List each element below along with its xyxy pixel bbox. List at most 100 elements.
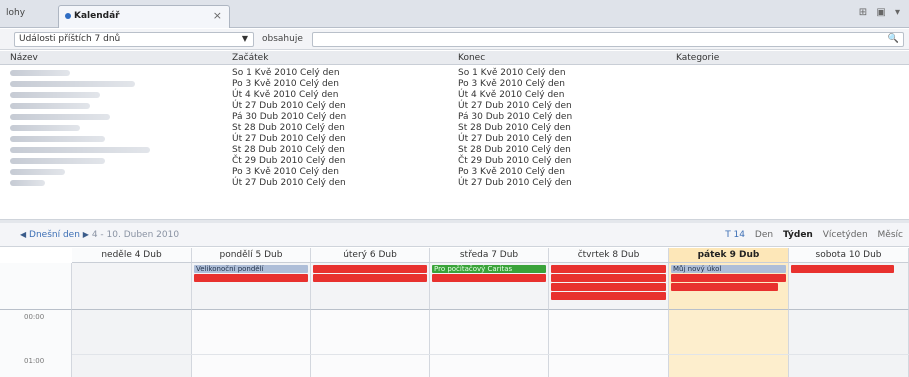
day-header-sunday[interactable]: neděle 4 Dub [72, 248, 192, 263]
event-start: Pá 30 Dub 2010 Celý den [232, 112, 347, 122]
event-end: So 1 Kvě 2010 Celý den [458, 68, 566, 78]
next-week-icon[interactable]: ▶ [83, 230, 89, 239]
event-scope-select[interactable]: Události příštích 7 dnů ▼ [14, 32, 254, 47]
table-row[interactable]: Pá 30 Dub 2010 Celý den Pá 30 Dub 2010 C… [0, 112, 909, 123]
column-header-category[interactable]: Kategorie [676, 53, 719, 63]
event-start: Út 27 Dub 2010 Celý den [232, 134, 346, 144]
view-tab-multiweek[interactable]: Vícetýden [823, 230, 868, 240]
table-row[interactable]: Po 3 Kvě 2010 Celý den Po 3 Kvě 2010 Cel… [0, 167, 909, 178]
event-block[interactable] [194, 274, 308, 282]
event-start: So 1 Kvě 2010 Celý den [232, 68, 340, 78]
event-block[interactable] [313, 274, 427, 282]
day-column-sunday[interactable] [72, 310, 192, 377]
event-block[interactable] [313, 265, 427, 273]
day-header-wednesday[interactable]: středa 7 Dub [430, 248, 549, 263]
allday-friday[interactable]: Můj nový úkol [669, 263, 789, 310]
tab-calendar-label: Kalendář [74, 11, 120, 21]
event-name-redacted [10, 167, 65, 178]
event-start: Čt 29 Dub 2010 Celý den [232, 156, 346, 166]
event-start: Út 27 Dub 2010 Celý den [232, 101, 346, 111]
event-block[interactable]: Můj nový úkol [671, 265, 786, 273]
tab-calendar[interactable]: Kalendář × [58, 5, 230, 28]
hour-label: 01:00 [24, 357, 45, 365]
event-name-redacted [10, 156, 105, 167]
table-row[interactable]: So 1 Kvě 2010 Celý den So 1 Kvě 2010 Cel… [0, 68, 909, 79]
event-name-redacted [10, 68, 70, 79]
event-block[interactable] [432, 274, 546, 282]
event-end: Út 27 Dub 2010 Celý den [458, 134, 572, 144]
table-row[interactable]: Út 27 Dub 2010 Celý den Út 27 Dub 2010 C… [0, 134, 909, 145]
window-controls[interactable]: ⊞ ▣ ▾ [859, 7, 903, 18]
event-end: St 28 Dub 2010 Celý den [458, 145, 571, 155]
event-end: Pá 30 Dub 2010 Celý den [458, 112, 573, 122]
view-tab-month[interactable]: Měsíc [878, 230, 903, 240]
event-start: St 28 Dub 2010 Celý den [232, 123, 345, 133]
hour-divider [72, 354, 909, 355]
allday-sunday[interactable] [72, 263, 192, 310]
allday-saturday[interactable] [789, 263, 909, 310]
view-tab-day[interactable]: Den [755, 230, 773, 240]
event-end: St 28 Dub 2010 Celý den [458, 123, 571, 133]
allday-thursday[interactable] [549, 263, 669, 310]
table-row[interactable]: Út 27 Dub 2010 Celý den Út 27 Dub 2010 C… [0, 178, 909, 189]
event-block[interactable] [551, 265, 666, 273]
day-column-saturday[interactable] [789, 310, 909, 377]
filter-row: Události příštích 7 dnů ▼ obsahuje 🔍 [0, 29, 909, 50]
search-input[interactable]: 🔍 [312, 32, 904, 47]
event-start: Po 3 Kvě 2010 Celý den [232, 79, 339, 89]
event-block[interactable] [551, 292, 666, 300]
day-column-wednesday[interactable] [430, 310, 549, 377]
day-column-thursday[interactable] [549, 310, 669, 377]
column-header-start[interactable]: Začátek [232, 53, 268, 63]
event-table-header: Název Začátek Konec Kategorie [0, 51, 909, 65]
event-name-redacted [10, 134, 105, 145]
day-header-tuesday[interactable]: úterý 6 Dub [311, 248, 430, 263]
tab-previous[interactable]: lohy [6, 8, 25, 18]
tab-bar: lohy Kalendář × ⊞ ▣ ▾ [0, 0, 909, 28]
event-table: So 1 Kvě 2010 Celý den So 1 Kvě 2010 Cel… [0, 66, 909, 218]
event-name-redacted [10, 123, 80, 134]
day-header-saturday[interactable]: sobota 10 Dub [789, 248, 909, 263]
table-row[interactable]: Út 4 Kvě 2010 Celý den Út 4 Kvě 2010 Cel… [0, 90, 909, 101]
table-row[interactable]: Út 27 Dub 2010 Celý den Út 27 Dub 2010 C… [0, 101, 909, 112]
day-header-friday[interactable]: pátek 9 Dub [669, 248, 789, 263]
table-row[interactable]: St 28 Dub 2010 Celý den St 28 Dub 2010 C… [0, 145, 909, 156]
table-row[interactable]: St 28 Dub 2010 Celý den St 28 Dub 2010 C… [0, 123, 909, 134]
week-range-label: 4 - 10. Duben 2010 [91, 230, 180, 240]
event-block[interactable]: Velikonoční pondělí [194, 265, 308, 273]
column-header-end[interactable]: Konec [458, 53, 485, 63]
event-block[interactable] [791, 265, 894, 273]
event-block[interactable] [551, 274, 666, 282]
day-column-tuesday[interactable] [311, 310, 430, 377]
event-end: Út 4 Kvě 2010 Celý den [458, 90, 565, 100]
event-block[interactable] [671, 274, 786, 282]
day-column-monday[interactable] [192, 310, 311, 377]
day-header-monday[interactable]: pondělí 5 Dub [192, 248, 311, 263]
event-block[interactable]: Pro počítačový Caritas [432, 265, 546, 273]
table-row[interactable]: Po 3 Kvě 2010 Celý den Po 3 Kvě 2010 Cel… [0, 79, 909, 90]
close-tab-icon[interactable]: × [213, 9, 222, 22]
event-end: Čt 29 Dub 2010 Celý den [458, 156, 572, 166]
event-block[interactable] [671, 283, 778, 291]
search-icon[interactable]: 🔍 [888, 34, 899, 44]
event-name-redacted [10, 79, 135, 90]
event-start: Po 3 Kvě 2010 Celý den [232, 167, 339, 177]
column-header-name[interactable]: Název [10, 53, 38, 63]
allday-tuesday[interactable] [311, 263, 430, 310]
day-header-thursday[interactable]: čtvrtek 8 Dub [549, 248, 669, 263]
chevron-down-icon: ▼ [241, 34, 248, 43]
event-block[interactable] [551, 283, 666, 291]
event-end: Po 3 Kvě 2010 Celý den [458, 167, 565, 177]
allday-wednesday[interactable]: Pro počítačový Caritas [430, 263, 549, 310]
event-end: Út 27 Dub 2010 Celý den [458, 178, 572, 188]
event-scope-value: Události příštích 7 dnů [19, 34, 121, 44]
allday-monday[interactable]: Velikonoční pondělí [192, 263, 311, 310]
table-row[interactable]: Čt 29 Dub 2010 Celý den Čt 29 Dub 2010 C… [0, 156, 909, 167]
day-column-friday[interactable] [669, 310, 789, 377]
calendar-toolbar: ◀ Dnešní den ▶ 4 - 10. Duben 2010 T 14 D… [0, 223, 909, 247]
previous-week-icon[interactable]: ◀ [20, 230, 26, 239]
event-name-redacted [10, 178, 45, 189]
view-tab-week[interactable]: Týden [783, 230, 813, 240]
today-button[interactable]: Dnešní den [29, 230, 80, 240]
event-end: Út 27 Dub 2010 Celý den [458, 101, 572, 111]
